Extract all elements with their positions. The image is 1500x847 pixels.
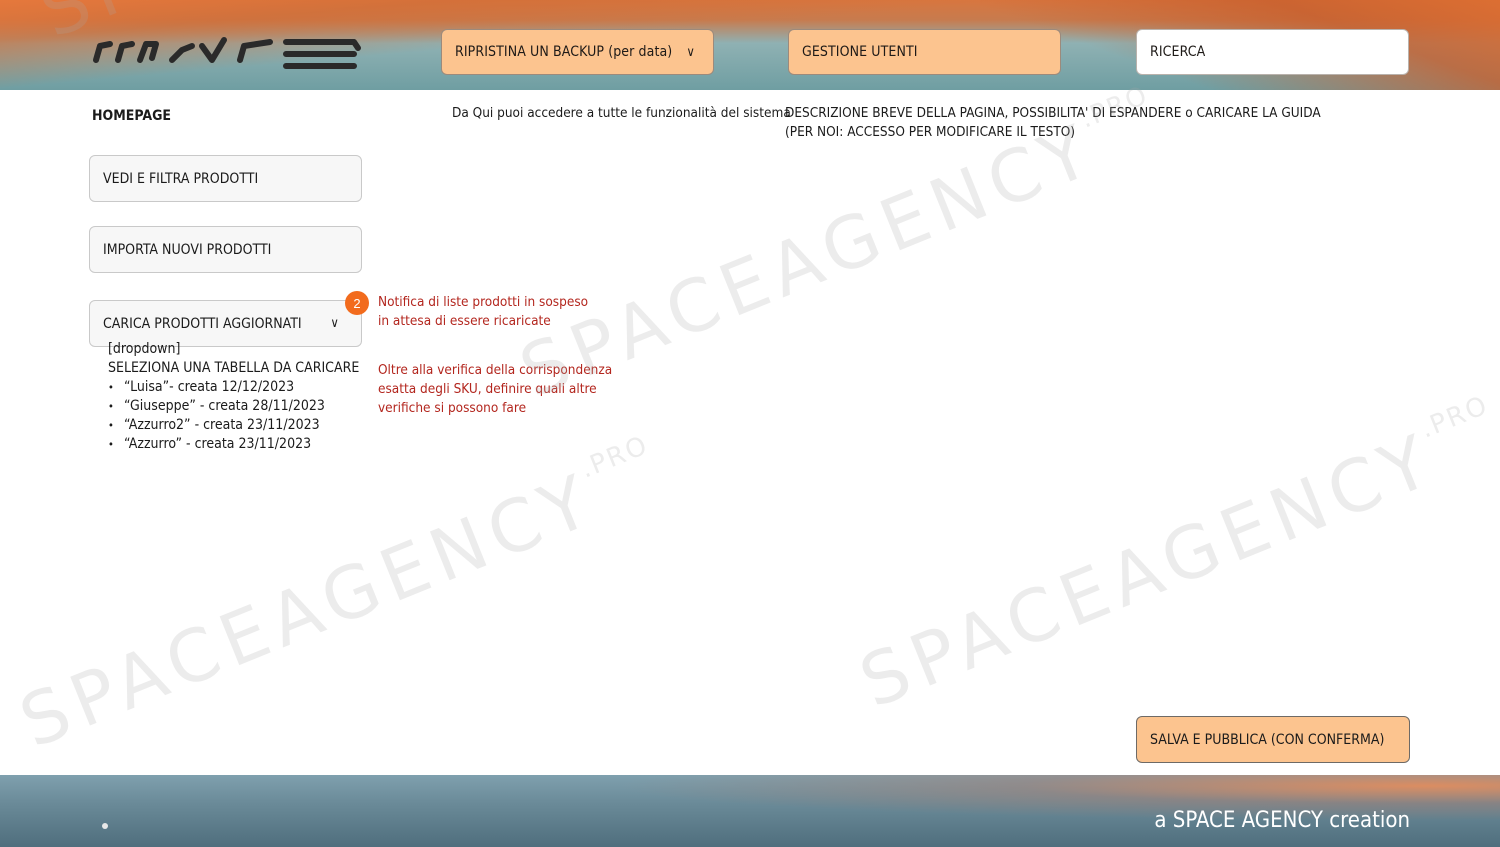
table-option[interactable]: “Luisa”- creata 12/12/2023 bbox=[108, 378, 359, 397]
note-line: Notifica di liste prodotti in sospeso bbox=[378, 294, 589, 310]
page-description: DESCRIZIONE BREVE DELLA PAGINA, POSSIBIL… bbox=[785, 104, 1321, 142]
restore-backup-dropdown[interactable]: RIPRISTINA UN BACKUP (per data) ∨ bbox=[441, 29, 714, 75]
button-label: SALVA E PUBBLICA (CON CONFERMA) bbox=[1150, 731, 1385, 748]
dropdown-heading: SELEZIONA UNA TABELLA DA CARICARE bbox=[108, 360, 360, 376]
view-filter-products-button[interactable]: VEDI E FILTRA PRODOTTI bbox=[89, 155, 362, 202]
table-list: “Luisa”- creata 12/12/2023 “Giuseppe” - … bbox=[108, 378, 359, 454]
note-line: esatta degli SKU, definire quali altre bbox=[378, 381, 597, 397]
intro-text: Da Qui puoi accedere a tutte le funziona… bbox=[452, 105, 791, 121]
note-line: Oltre alla verifica della corrispondenza bbox=[378, 362, 613, 378]
restore-backup-label: RIPRISTINA UN BACKUP (per data) bbox=[455, 44, 673, 60]
table-option[interactable]: “Giuseppe” - creata 28/11/2023 bbox=[108, 397, 359, 416]
chevron-down-icon: ∨ bbox=[686, 44, 695, 60]
footer-credit: a SPACE AGENCY creation bbox=[1154, 808, 1410, 833]
user-management-button[interactable]: GESTIONE UTENTI bbox=[788, 29, 1061, 75]
page-title: HOMEPAGE bbox=[92, 108, 172, 124]
description-line: (PER NOI: ACCESSO PER MODIFICARE IL TEST… bbox=[785, 124, 1076, 140]
table-option[interactable]: “Azzurro” - creata 23/11/2023 bbox=[108, 435, 359, 454]
pending-notification-note: Notifica di liste prodotti in sospeso in… bbox=[378, 293, 588, 331]
button-label: IMPORTA NUOVI PRODOTTI bbox=[103, 241, 272, 258]
note-line: in attesa di essere ricaricate bbox=[378, 313, 551, 329]
description-line: DESCRIZIONE BREVE DELLA PAGINA, POSSIBIL… bbox=[785, 105, 1321, 121]
dropdown-tag: [dropdown] bbox=[108, 341, 181, 357]
save-publish-button[interactable]: SALVA E PUBBLICA (CON CONFERMA) bbox=[1136, 716, 1410, 763]
table-option[interactable]: “Azzurro2” - creata 23/11/2023 bbox=[108, 416, 359, 435]
star-dot bbox=[102, 823, 108, 829]
footer-banner: a SPACE AGENCY creation bbox=[0, 775, 1500, 847]
user-management-label: GESTIONE UTENTI bbox=[802, 44, 918, 60]
notification-badge[interactable]: 2 bbox=[345, 291, 369, 315]
watermark: SPACEAGENCY.PRO bbox=[8, 430, 653, 764]
search-input[interactable]: RICERCA bbox=[1136, 29, 1409, 75]
sku-verification-note: Oltre alla verifica della corrispondenza… bbox=[378, 361, 612, 418]
note-line: verifiche si possono fare bbox=[378, 400, 527, 416]
button-label: VEDI E FILTRA PRODOTTI bbox=[103, 170, 259, 187]
header-banner: RIPRISTINA UN BACKUP (per data) ∨ GESTIO… bbox=[0, 0, 1500, 90]
search-placeholder: RICERCA bbox=[1150, 44, 1206, 60]
chevron-down-icon: ∨ bbox=[330, 316, 339, 331]
brand-logo bbox=[93, 37, 361, 69]
import-new-products-button[interactable]: IMPORTA NUOVI PRODOTTI bbox=[89, 226, 362, 273]
button-label: CARICA PRODOTTI AGGIORNATI bbox=[103, 315, 302, 332]
dropdown-options: [dropdown] SELEZIONA UNA TABELLA DA CARI… bbox=[108, 340, 359, 454]
watermark: SPACEAGENCY.PRO bbox=[848, 390, 1493, 724]
